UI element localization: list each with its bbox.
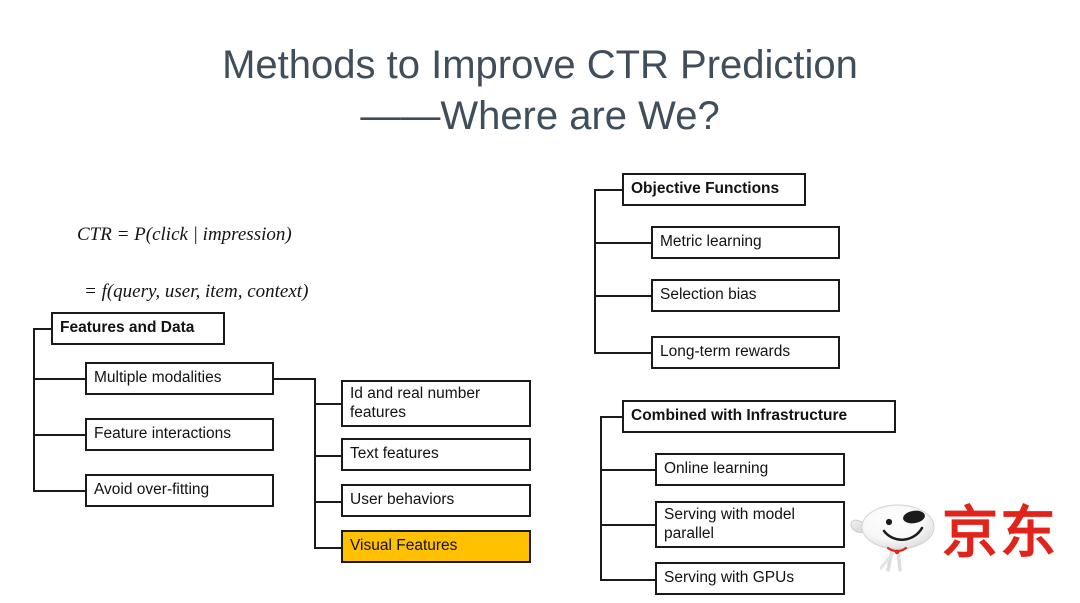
node-id-and-real-number-features-label: Id and real number features: [350, 384, 481, 421]
node-user-behaviors[interactable]: User behaviors: [341, 484, 531, 517]
node-id-and-real-number-features[interactable]: Id and real number features: [341, 380, 531, 427]
node-text-features[interactable]: Text features: [341, 438, 531, 471]
slide-canvas: Methods to Improve CTR Prediction ——Wher…: [0, 0, 1080, 603]
node-objective-functions[interactable]: Objective Functions: [622, 173, 806, 206]
node-serving-with-model-parallel[interactable]: Serving with model parallel: [655, 501, 845, 548]
node-long-term-rewards-label: Long-term rewards: [660, 343, 791, 361]
modality-branch-4: [314, 547, 342, 549]
node-combined-with-infrastructure[interactable]: Combined with Infrastructure: [622, 400, 896, 433]
jd-logo: 京东: [848, 500, 1072, 586]
node-feature-interactions[interactable]: Feature interactions: [85, 418, 274, 451]
node-text-features-label: Text features: [350, 445, 439, 463]
node-serving-with-gpus-label: Serving with GPUs: [664, 569, 795, 587]
node-features-and-data[interactable]: Features and Data: [51, 312, 225, 345]
node-long-term-rewards[interactable]: Long-term rewards: [651, 336, 840, 369]
infrastructure-tree-spine: [600, 416, 602, 579]
node-avoid-over-fitting[interactable]: Avoid over-fitting: [85, 474, 274, 507]
modality-branch-2: [314, 455, 342, 457]
jd-joy-dog-icon: [850, 504, 935, 572]
modality-branch-1: [314, 403, 342, 405]
ctr-formula-line-1: CTR = P(click | impression): [77, 223, 292, 245]
modality-connector: [274, 378, 316, 380]
node-user-behaviors-label: User behaviors: [350, 491, 455, 509]
left-tree-branch-2: [33, 434, 86, 436]
left-tree-branch-root: [33, 328, 52, 330]
node-online-learning[interactable]: Online learning: [655, 453, 845, 486]
infrastructure-tree-branch-1: [600, 469, 656, 471]
node-avoid-over-fitting-label: Avoid over-fitting: [94, 481, 210, 499]
infrastructure-tree-branch-2: [600, 524, 656, 526]
objective-tree-branch-3: [594, 352, 652, 354]
node-visual-features[interactable]: Visual Features: [341, 530, 531, 563]
jd-logo-text: 京东: [942, 501, 1058, 566]
node-visual-features-label: Visual Features: [350, 537, 458, 555]
objective-tree-branch-root: [594, 189, 623, 191]
node-serving-with-gpus[interactable]: Serving with GPUs: [655, 562, 845, 595]
node-metric-learning[interactable]: Metric learning: [651, 226, 840, 259]
node-multiple-modalities-label: Multiple modalities: [94, 369, 222, 387]
infrastructure-tree-branch-3: [600, 579, 656, 581]
ctr-formula-line-2: = f(query, user, item, context): [84, 280, 309, 302]
objective-tree-spine: [594, 189, 596, 353]
node-online-learning-label: Online learning: [664, 460, 769, 478]
page-title: Methods to Improve CTR Prediction ——Wher…: [0, 40, 1080, 142]
node-objective-functions-label: Objective Functions: [631, 180, 780, 198]
node-features-and-data-label: Features and Data: [60, 319, 195, 337]
page-title-line-1: Methods to Improve CTR Prediction: [222, 43, 858, 87]
left-tree-branch-3: [33, 490, 86, 492]
modality-branch-3: [314, 501, 342, 503]
node-selection-bias[interactable]: Selection bias: [651, 279, 840, 312]
node-feature-interactions-label: Feature interactions: [94, 425, 231, 443]
objective-tree-branch-1: [594, 242, 652, 244]
page-title-line-2: ——Where are We?: [360, 94, 720, 139]
infrastructure-tree-branch-root: [600, 416, 623, 418]
node-combined-with-infrastructure-label: Combined with Infrastructure: [631, 407, 848, 425]
left-tree-spine: [33, 328, 35, 491]
node-selection-bias-label: Selection bias: [660, 286, 757, 304]
objective-tree-branch-2: [594, 295, 652, 297]
node-serving-with-model-parallel-label: Serving with model parallel: [664, 505, 795, 542]
node-metric-learning-label: Metric learning: [660, 233, 762, 251]
left-tree-branch-1: [33, 378, 86, 380]
node-multiple-modalities[interactable]: Multiple modalities: [85, 362, 274, 395]
